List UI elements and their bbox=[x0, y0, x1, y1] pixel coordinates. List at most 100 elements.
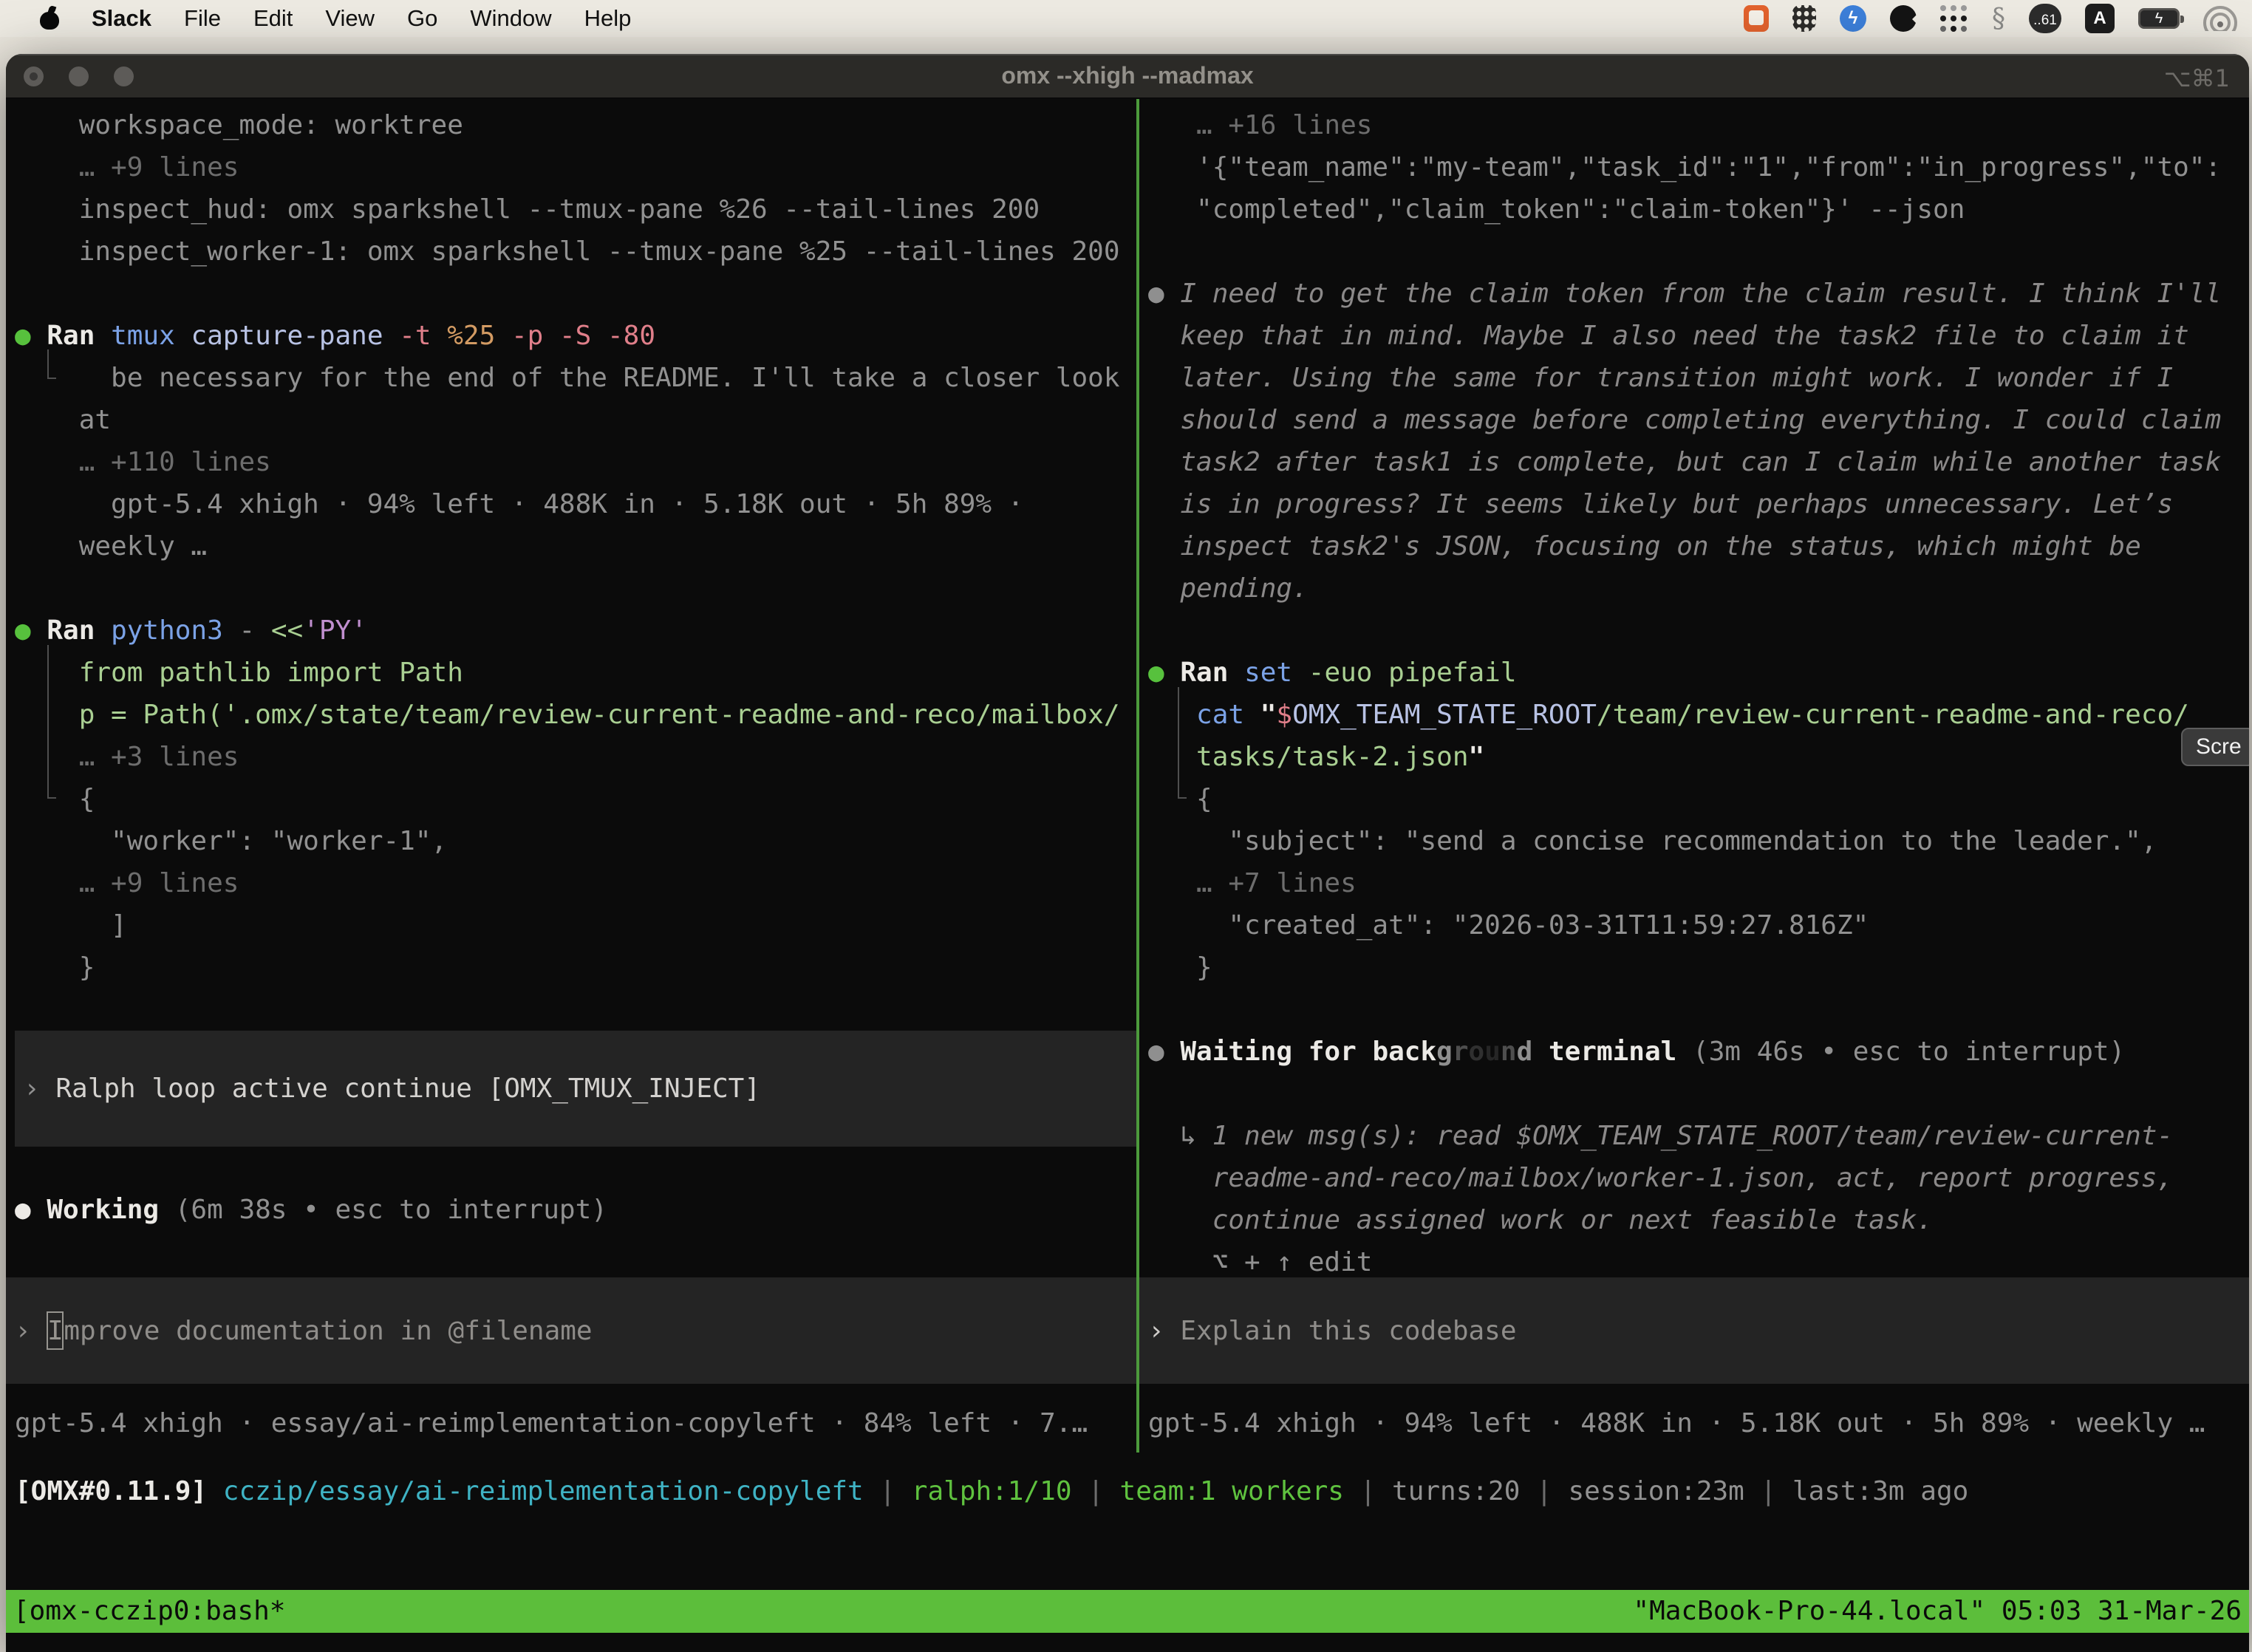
count-badge-icon[interactable]: ..61 bbox=[2029, 4, 2061, 33]
squiggle-icon[interactable]: § bbox=[1992, 4, 2005, 34]
output-bracket bbox=[1178, 687, 1187, 799]
menu-item-view[interactable]: View bbox=[325, 5, 375, 32]
dots-grid-icon[interactable] bbox=[1940, 4, 1968, 33]
terminal-line: … +7 lines bbox=[1148, 862, 2249, 904]
terminal-text-segment: << bbox=[271, 615, 303, 646]
terminal-text-segment: inspect_hud: omx sparkshell --tmux-pane … bbox=[15, 194, 1040, 225]
terminal-text-segment: later. Using the same for transition mig… bbox=[1148, 363, 2173, 393]
terminal-text-segment: n bbox=[1501, 1037, 1517, 1067]
screen-recording-icon[interactable] bbox=[1744, 5, 1769, 32]
battery-charging-icon[interactable]: ϟ bbox=[2138, 8, 2180, 29]
terminal-text-segment: r bbox=[1453, 1037, 1469, 1067]
terminal-line: ↳ 1 new msg(s): read $OMX_TEAM_STATE_ROO… bbox=[1148, 1115, 2249, 1157]
terminal-line: inspect task2's JSON, focusing on the st… bbox=[1148, 525, 2249, 567]
prompt-placeholder: Explain this codebase bbox=[1180, 1310, 1516, 1352]
terminal-text-segment bbox=[1148, 742, 1196, 772]
terminal-text-segment: 1 new msg(s): read $OMX_TEAM_STATE_ROOT/… bbox=[1212, 1121, 2173, 1151]
prompt-input-left[interactable]: › Improve documentation in @filename bbox=[6, 1277, 1136, 1384]
terminal-text-segment: Ralph loop active continue [OMX_TMUX_INJ… bbox=[55, 1074, 760, 1104]
prompt-input-right[interactable]: › Explain this codebase bbox=[1139, 1277, 2249, 1384]
terminal-text-segment: ● bbox=[1148, 279, 1180, 309]
terminal-text-segment: Waiting for back bbox=[1180, 1037, 1436, 1067]
terminal-text-segment: OMX_TEAM_STATE_ROOT bbox=[1292, 700, 1597, 730]
screen-tooltip: Scre bbox=[2181, 728, 2249, 766]
terminal-text-segment: ralph:1/10 bbox=[912, 1476, 1072, 1506]
terminal-text-segment: I need to get the claim token from the c… bbox=[1180, 279, 2221, 309]
tmux-status-bar[interactable]: [omx-cczip0:bash* "MacBook-Pro-44.local"… bbox=[6, 1590, 2249, 1633]
prompt-chevron-icon: › bbox=[1148, 1310, 1180, 1352]
macos-menu-bar: Slack File Edit View Go Window Help ϟ § … bbox=[0, 0, 2252, 37]
bolt-circle-icon[interactable]: ϟ bbox=[1840, 5, 1866, 32]
terminal-output-mid: ● Working (6m 38s • esc to interrupt) bbox=[15, 1147, 1136, 1231]
terminal-text-segment: } bbox=[1148, 952, 1212, 983]
terminal-text-segment: ● bbox=[15, 615, 47, 646]
terminal-line: … +110 lines bbox=[15, 441, 1136, 483]
terminal-line: ● Working (6m 38s • esc to interrupt) bbox=[15, 1189, 1136, 1231]
terminal-text-segment: -p bbox=[511, 321, 559, 351]
terminal-text-segment: "subject": "send a concise recommendatio… bbox=[1148, 826, 2157, 856]
terminal-text-segment: | bbox=[1072, 1476, 1120, 1506]
terminal-text-segment: from pathlib import Path bbox=[15, 658, 463, 688]
input-source-icon[interactable]: A bbox=[2085, 4, 2115, 33]
terminal-line bbox=[1148, 610, 2249, 652]
terminal-text-segment: Working bbox=[47, 1195, 174, 1225]
terminal-text-segment: set bbox=[1244, 658, 1308, 688]
terminal-text-segment: … +110 lines bbox=[15, 447, 271, 477]
terminal-line: ● Ran python3 - <<'PY' bbox=[15, 610, 1136, 652]
terminal-text-segment: Ran bbox=[47, 615, 111, 646]
terminal-text-segment: ● bbox=[15, 321, 47, 351]
terminal-text-segment: } bbox=[15, 952, 95, 983]
wifi-icon[interactable] bbox=[2203, 6, 2237, 31]
terminal-line: } bbox=[15, 946, 1136, 989]
terminal-line bbox=[15, 1147, 1136, 1189]
pane-worker[interactable]: … +16 lines '{"team_name":"my-team","tas… bbox=[1139, 99, 2249, 1453]
terminal-text-segment: $ bbox=[1276, 700, 1292, 730]
terminal-text-segment: ↳ bbox=[1148, 1121, 1212, 1151]
terminal-text-segment: '{"team_name":"my-team","task_id":"1","f… bbox=[1148, 152, 2221, 182]
terminal-line: from pathlib import Path bbox=[15, 652, 1136, 694]
menu-item-window[interactable]: Window bbox=[470, 5, 551, 32]
terminal-text-segment: "created_at": "2026-03-31T11:59:27.816Z" bbox=[1148, 910, 1869, 941]
terminal-text-segment: (6m 38s • esc to interrupt) bbox=[175, 1195, 607, 1225]
menu-item-file[interactable]: File bbox=[184, 5, 221, 32]
model-status-line-right: gpt-5.4 xhigh · 94% left · 488K in · 5.1… bbox=[1139, 1402, 2249, 1444]
terminal-text-segment: /team/review-current-readme-and-reco/ bbox=[1597, 700, 2189, 730]
terminal-text-segment: -t bbox=[399, 321, 447, 351]
apple-menu-icon[interactable] bbox=[40, 7, 59, 30]
terminal-line: { bbox=[15, 778, 1136, 820]
close-button[interactable] bbox=[24, 66, 44, 86]
terminal-text-segment: … +16 lines bbox=[1148, 110, 1372, 140]
minimize-button[interactable] bbox=[69, 66, 89, 86]
terminal-text-segment: is in progress? It seems likely but perh… bbox=[1148, 489, 2173, 519]
terminal-line: cat "$OMX_TEAM_STATE_ROOT/team/review-cu… bbox=[1148, 694, 2249, 736]
terminal-text-segment: ⌥ + ↑ edit bbox=[1148, 1247, 1372, 1277]
menu-app-name[interactable]: Slack bbox=[92, 5, 151, 32]
terminal-line bbox=[15, 567, 1136, 610]
terminal-line: tasks/task-2.json" bbox=[1148, 736, 2249, 778]
terminal-text-segment: … +9 lines bbox=[15, 152, 239, 182]
terminal-line: "completed","claim_token":"claim-token"}… bbox=[1148, 188, 2249, 231]
pane-hud[interactable]: workspace_mode: worktree … +9 lines insp… bbox=[6, 99, 1136, 1453]
window-titlebar[interactable]: omx --xhigh --madmax ⌥⌘1 bbox=[6, 54, 2249, 98]
terminal-line: later. Using the same for transition mig… bbox=[1148, 357, 2249, 399]
terminal-line: p = Path('.omx/state/team/review-current… bbox=[15, 694, 1136, 736]
terminal-line bbox=[1148, 1073, 2249, 1115]
terminal-text-segment: Ran bbox=[47, 321, 111, 351]
terminal-text-segment: inspect_worker-1: omx sparkshell --tmux-… bbox=[15, 236, 1120, 267]
output-bracket bbox=[47, 645, 56, 799]
terminal-line: [OMX#0.11.9] cczip/essay/ai-reimplementa… bbox=[15, 1470, 2249, 1512]
window-title: omx --xhigh --madmax bbox=[1001, 62, 1253, 89]
terminal-text-segment: python3 bbox=[111, 615, 239, 646]
menu-item-go[interactable]: Go bbox=[407, 5, 437, 32]
shield-grid-icon[interactable] bbox=[1792, 5, 1816, 32]
terminal-line: weekly … bbox=[15, 525, 1136, 567]
menu-item-help[interactable]: Help bbox=[584, 5, 632, 32]
terminal-line: "subject": "send a concise recommendatio… bbox=[1148, 820, 2249, 862]
terminal-text-segment: readme-and-reco/mailbox/worker-1.json, a… bbox=[1148, 1163, 2173, 1193]
terminal-window: omx --xhigh --madmax ⌥⌘1 workspace_mode:… bbox=[6, 54, 2249, 1652]
zoom-button[interactable] bbox=[114, 66, 134, 86]
menu-item-edit[interactable]: Edit bbox=[253, 5, 293, 32]
terminal-text-segment: d bbox=[1517, 1037, 1533, 1067]
terminal-line: … +9 lines bbox=[15, 146, 1136, 188]
arc-wedge-icon[interactable] bbox=[1890, 5, 1917, 32]
